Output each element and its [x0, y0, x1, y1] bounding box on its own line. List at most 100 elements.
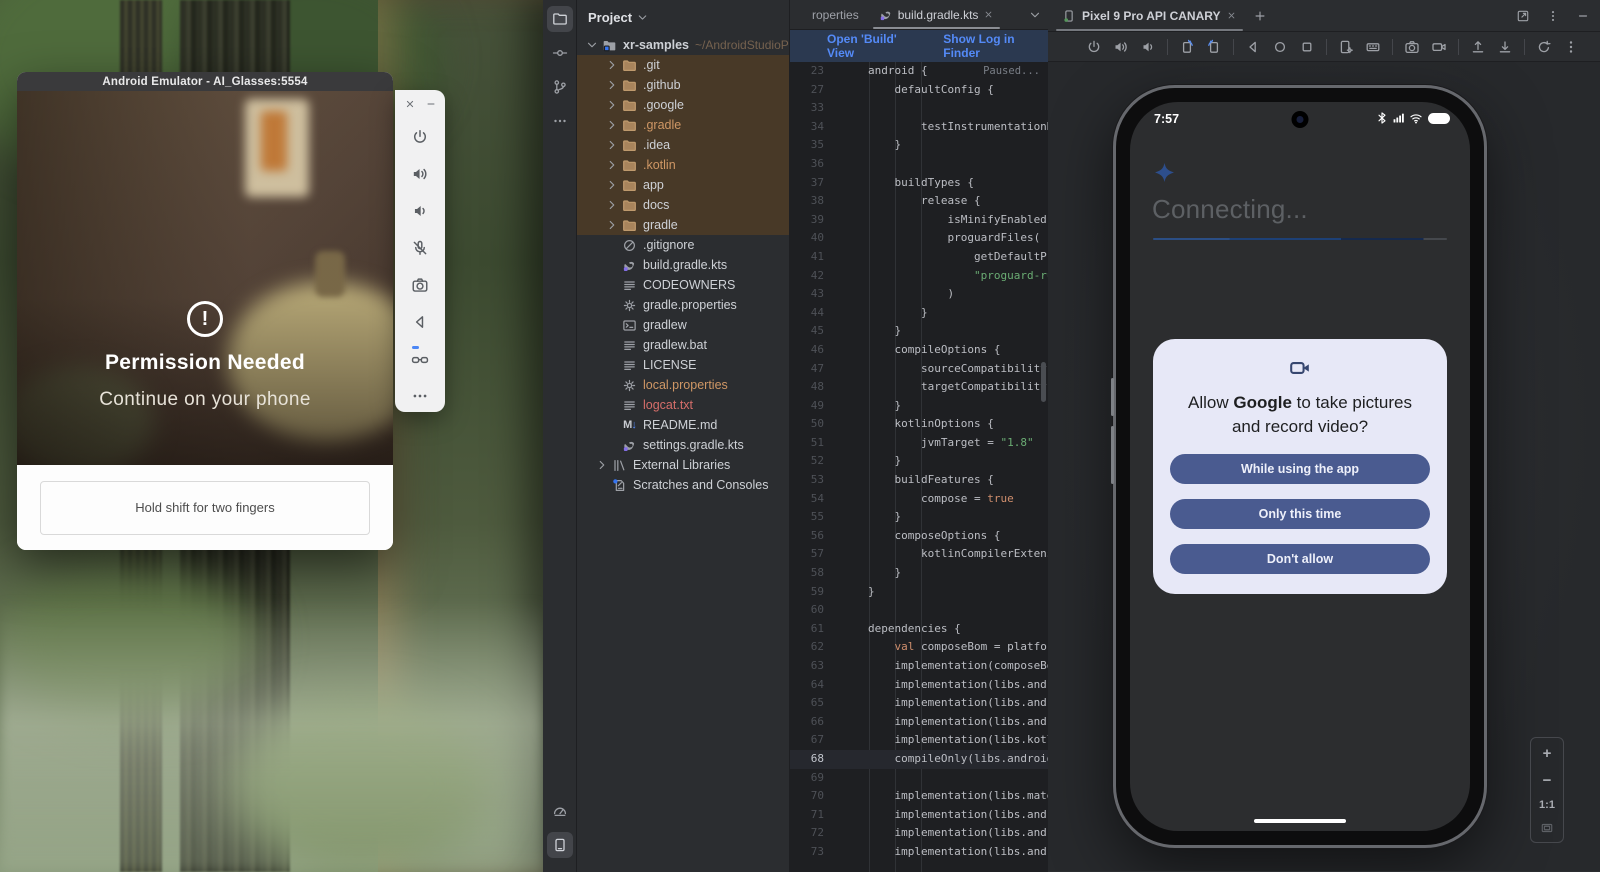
code-line[interactable]: 70 implementation(libs.mate — [790, 787, 1048, 806]
tree-item[interactable]: .github — [577, 75, 789, 95]
dialog-button-while-using-the-app[interactable]: While using the app — [1170, 454, 1430, 484]
zoom-fit-icon[interactable] — [1540, 821, 1554, 835]
code-line[interactable]: 41 getDefaultProgua — [790, 248, 1048, 267]
profiler-tool-button[interactable] — [547, 798, 573, 824]
tree-item[interactable]: .gradle — [577, 115, 789, 135]
back-icon[interactable] — [411, 313, 429, 331]
code-line[interactable]: 42 "proguard-rules.p — [790, 267, 1048, 286]
tree-item[interactable]: .idea — [577, 135, 789, 155]
chevron-right-icon[interactable] — [605, 178, 619, 192]
hardware-input-icon[interactable] — [1365, 39, 1381, 55]
tree-item[interactable]: CODEOWNERS — [577, 275, 789, 295]
code-line[interactable]: 51 jvmTarget = "1.8" — [790, 434, 1048, 453]
kebab-icon[interactable] — [1563, 39, 1579, 55]
volume-down-icon[interactable] — [1140, 39, 1156, 55]
code-line[interactable]: 64 implementation(libs.andr — [790, 676, 1048, 695]
volume-down-icon[interactable] — [411, 202, 429, 220]
volume-up-icon[interactable] — [1113, 39, 1129, 55]
code-line[interactable]: 43 ) — [790, 285, 1048, 304]
tree-item[interactable]: gradlew — [577, 315, 789, 335]
tree-item[interactable]: gradlew.bat — [577, 335, 789, 355]
code-line[interactable]: 50 kotlinOptions { — [790, 415, 1048, 434]
glasses-icon[interactable] — [411, 350, 429, 368]
more-options-icon[interactable] — [1546, 9, 1560, 23]
dialog-button-don-t-allow[interactable]: Don't allow — [1170, 544, 1430, 574]
code-line[interactable]: 48 targetCompatibility — [790, 378, 1048, 397]
version-control-tool-button[interactable] — [547, 74, 573, 100]
rotate-right-icon[interactable] — [1206, 39, 1222, 55]
rotate-left-icon[interactable] — [1179, 39, 1195, 55]
project-tool-button[interactable] — [547, 6, 573, 32]
running-devices-tool-button[interactable] — [547, 832, 573, 858]
device-settings-icon[interactable] — [1338, 39, 1354, 55]
chevron-right-icon[interactable] — [605, 158, 619, 172]
tree-item[interactable]: settings.gradle.kts — [577, 435, 789, 455]
tree-item[interactable]: gradle.properties — [577, 295, 789, 315]
code-line[interactable]: 39 isMinifyEnabled — [790, 211, 1048, 230]
code-line[interactable]: 65 implementation(libs.andr — [790, 694, 1048, 713]
tree-item[interactable]: External Libraries — [577, 455, 789, 475]
code-editor[interactable]: 23 android {Paused... 27 defaultConfig {… — [790, 62, 1048, 872]
code-line[interactable]: 33 — [790, 99, 1048, 118]
chevron-right-icon[interactable] — [605, 198, 619, 212]
code-line[interactable]: 73 implementation(libs.andr — [790, 843, 1048, 862]
zoom-in-button[interactable]: + — [1543, 745, 1552, 762]
code-line[interactable]: 63 implementation(composeBo — [790, 657, 1048, 676]
tree-item[interactable]: local.properties — [577, 375, 789, 395]
chevron-right-icon[interactable] — [605, 98, 619, 112]
code-line[interactable]: 23 android {Paused... — [790, 62, 1048, 81]
tree-root[interactable]: xr-samples ~/AndroidStudioProj — [577, 35, 789, 55]
tree-item[interactable]: .gitignore — [577, 235, 789, 255]
code-line[interactable]: 71 implementation(libs.andr — [790, 806, 1048, 825]
more-tool-windows-button[interactable] — [547, 108, 573, 134]
editor-scrollbar[interactable] — [1041, 362, 1046, 402]
tree-item[interactable]: gradle — [577, 215, 789, 235]
home-icon[interactable] — [1272, 39, 1288, 55]
chevron-right-icon[interactable] — [605, 78, 619, 92]
tab-build-gradle[interactable]: build.gradle.kts — [869, 0, 1005, 29]
camera-icon[interactable] — [411, 276, 429, 294]
hide-panel-icon[interactable] — [1576, 9, 1590, 23]
tab-list-chevron-icon[interactable] — [1028, 8, 1042, 22]
power-icon[interactable] — [1086, 39, 1102, 55]
commit-tool-button[interactable] — [547, 40, 573, 66]
code-line[interactable]: 72 implementation(libs.andr — [790, 824, 1048, 843]
close-tab-icon[interactable] — [1226, 10, 1237, 21]
record-icon[interactable] — [1431, 39, 1447, 55]
open-in-window-icon[interactable] — [1516, 9, 1530, 23]
chevron-right-icon[interactable] — [605, 218, 619, 232]
tree-item[interactable]: LICENSE — [577, 355, 789, 375]
code-line[interactable]: 40 proguardFiles( — [790, 229, 1048, 248]
code-line[interactable]: 36 — [790, 155, 1048, 174]
code-line[interactable]: 59 } — [790, 583, 1048, 602]
upload-icon[interactable] — [1470, 39, 1486, 55]
close-tab-icon[interactable] — [983, 9, 994, 20]
emulator-titlebar[interactable]: Android Emulator - AI_Glasses:5554 — [17, 72, 393, 91]
back-icon[interactable] — [1245, 39, 1261, 55]
volume-up-icon[interactable] — [411, 165, 429, 183]
code-line[interactable]: 57 kotlinCompilerExtens — [790, 545, 1048, 564]
tab-properties[interactable]: roperties — [790, 0, 869, 29]
tree-item[interactable]: M↓ README.md — [577, 415, 789, 435]
power-icon[interactable] — [411, 128, 429, 146]
show-log-link[interactable]: Show Log in Finder — [943, 32, 1048, 60]
zoom-out-button[interactable]: − — [1543, 772, 1552, 789]
chevron-right-icon[interactable] — [605, 118, 619, 132]
tree-item[interactable]: app — [577, 175, 789, 195]
code-line[interactable]: 44 } — [790, 304, 1048, 323]
code-line[interactable]: 54 compose = true — [790, 490, 1048, 509]
tree-item[interactable]: .git — [577, 55, 789, 75]
tree-item[interactable]: .google — [577, 95, 789, 115]
code-line[interactable]: 69 — [790, 769, 1048, 788]
chevron-right-icon[interactable] — [605, 58, 619, 72]
dialog-button-only-this-time[interactable]: Only this time — [1170, 499, 1430, 529]
mic-off-icon[interactable] — [411, 239, 429, 257]
code-line[interactable]: 47 sourceCompatibility — [790, 360, 1048, 379]
code-line[interactable]: 27 defaultConfig { — [790, 81, 1048, 100]
minimize-icon[interactable] — [425, 98, 437, 110]
code-line[interactable]: 62 val composeBom = platfor — [790, 638, 1048, 657]
open-build-view-link[interactable]: Open 'Build' View — [827, 32, 921, 60]
tree-item[interactable]: build.gradle.kts — [577, 255, 789, 275]
more-icon[interactable] — [411, 387, 429, 405]
restart-icon[interactable] — [1536, 39, 1552, 55]
